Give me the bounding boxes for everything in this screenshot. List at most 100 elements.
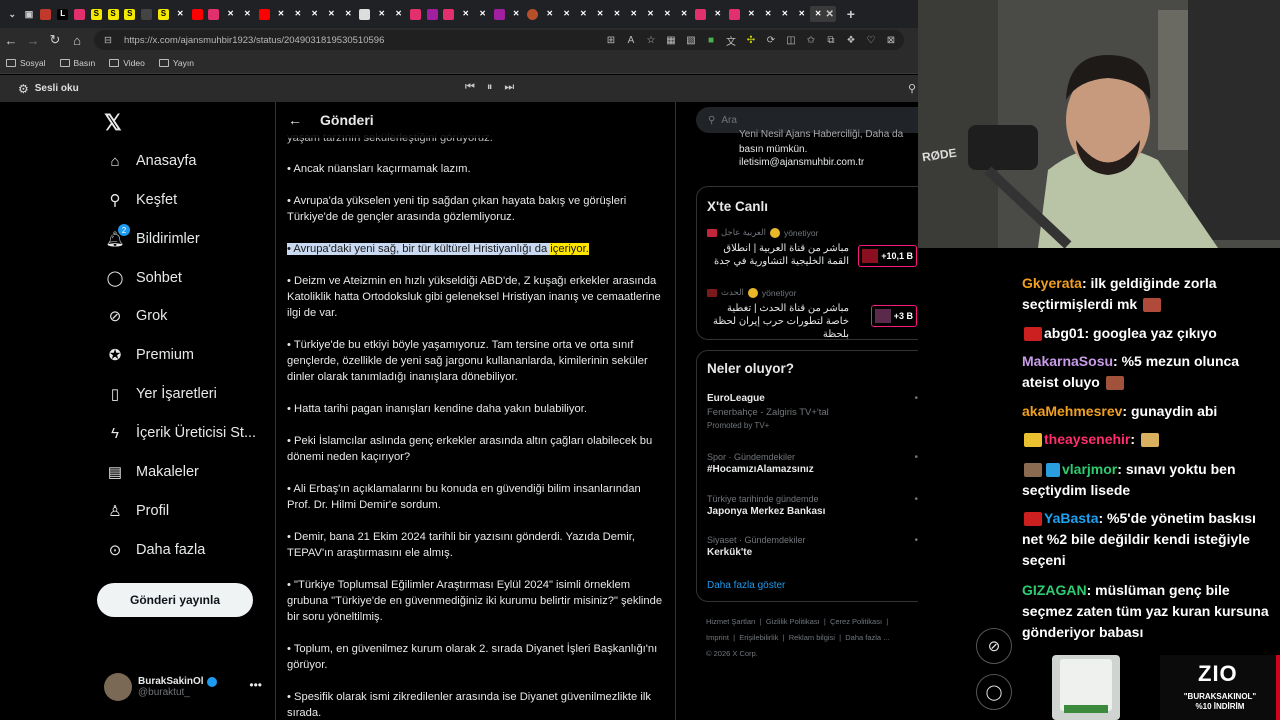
tab-favicon[interactable] [407,6,424,22]
trend-item[interactable]: Türkiye tarihinde gündemde Japonya Merke… [707,494,918,517]
pause-icon[interactable]: ⏸ [487,81,493,94]
forward-icon[interactable]: → [22,29,44,51]
tab-favicon[interactable]: ✕ [458,6,475,22]
grok-floating-icon[interactable]: ⊘ [976,628,1012,664]
tab-favicon-letter[interactable]: S [88,6,105,22]
x-logo-icon[interactable]: 𝕏 [104,110,122,136]
tab-favicon-letter[interactable]: L [54,6,71,22]
tab-favicon[interactable]: ✕ [273,6,290,22]
favorite-star-icon[interactable]: ☆ [644,33,658,47]
tab-favicon[interactable]: ✕ [390,6,407,22]
nav-premium[interactable]: ✪ Premium [104,340,194,370]
tab-favicon-letter[interactable]: S [155,6,172,22]
nav-more[interactable]: ⊙ Daha fazla [104,535,206,565]
tab-favicon[interactable]: ✕ [659,6,676,22]
tab-favicon[interactable] [441,6,458,22]
active-tab[interactable]: ✕ ✕ [810,6,837,22]
split-screen-icon[interactable]: ◫ [784,33,798,47]
extension-icon[interactable]: ▧ [684,33,698,47]
nav-home[interactable]: ⌂ Anasayfa [104,146,196,176]
live-item[interactable]: الحدث yönetiyor مباشر من قناة الحدث | تغط… [707,287,917,341]
tab-favicon[interactable]: ✕ [340,6,357,22]
tab-favicon[interactable] [71,6,88,22]
voice-options-icon[interactable]: ⚲ [908,82,916,95]
copilot-icon[interactable]: ❖ [844,33,858,47]
tab-favicon[interactable] [525,6,542,22]
tab-favicon[interactable]: ✕ [508,6,525,22]
tab-favicon[interactable]: ✕ [743,6,760,22]
trend-item[interactable]: Spor · Gündemdekiler #HocamızıAlamazsını… [707,452,918,475]
bookmark-folder[interactable]: Yayın [158,58,194,68]
bookmark-folder[interactable]: Sosyal [6,58,46,68]
tab-favicon[interactable]: ✕ [542,6,559,22]
footer-link[interactable]: Imprint [706,633,729,642]
nav-explore[interactable]: ⚲ Keşfet [104,185,178,215]
post-button[interactable]: Gönderi yayınla [97,583,253,617]
tab-favicon[interactable]: ✕ [676,6,693,22]
translate-icon[interactable]: 文 [724,33,738,48]
footer-link[interactable]: Gizlilik Politikası [766,617,820,626]
profile-bio-email[interactable]: iletisim@ajansmuhbir.com.tr [739,156,864,169]
nav-grok[interactable]: ⊘ Grok [104,301,168,331]
tab-favicon[interactable]: ✕ [609,6,626,22]
site-info-icon[interactable]: ⊟ [104,35,112,46]
nav-bookmarks[interactable]: ▯ Yer İşaretleri [104,379,217,409]
tab-favicon-letter[interactable]: S [105,6,122,22]
extension-icon[interactable]: ▦ [664,33,678,47]
nav-articles[interactable]: ▤ Makaleler [104,457,199,487]
tab-favicon[interactable] [138,6,155,22]
tab-favicon[interactable]: ✕ [323,6,340,22]
tab-favicon[interactable]: ✕ [709,6,726,22]
nav-profile[interactable]: ♙ Profil [104,496,169,526]
tab-favicon[interactable]: ✕ [575,6,592,22]
bookmark-folder[interactable]: Basın [59,58,95,68]
live-item[interactable]: العربية عاجل yönetiyor مباشر من قناة العر… [707,227,917,268]
url-text[interactable]: https://x.com/ajansmuhbir1923/status/204… [124,35,384,46]
collections-icon[interactable]: ⧉ [824,33,838,47]
footer-link[interactable]: Erişilebilirlik [739,633,778,642]
nav-creator-studio[interactable]: ϟ İçerik Üreticisi St... [104,418,256,448]
nav-notifications[interactable]: 🔔︎ 2 Bildirimler [104,224,200,254]
screenshot-icon[interactable]: ⊠ [884,33,898,47]
account-switcher[interactable]: BurakSakinOl @buraktut_ ••• [104,670,266,704]
refresh-icon[interactable]: ⟳ [764,33,778,47]
tab-favicon[interactable]: ✕ [374,6,391,22]
previous-icon[interactable]: ⏮ [465,81,475,94]
tab-favicon[interactable]: ✕ [793,6,810,22]
reload-icon[interactable]: ↻ [44,29,66,51]
tab-favicon[interactable]: ✕ [777,6,794,22]
trend-item[interactable]: Siyaset · Gündemdekiler Kerkük'te ••• [707,535,918,558]
messages-floating-icon[interactable]: ◯ [976,674,1012,710]
browser-essentials-icon[interactable]: ♡ [864,33,878,47]
app-available-icon[interactable]: ⊞ [604,33,618,47]
footer-link[interactable]: Daha fazla ... [845,633,889,642]
tab-favicon[interactable]: ✕ [172,6,189,22]
tab-favicon[interactable] [491,6,508,22]
footer-link[interactable]: Reklam bilgisi [789,633,835,642]
tab-favicon[interactable] [256,6,273,22]
tab-favicon[interactable] [693,6,710,22]
tab-favicon[interactable]: ✕ [290,6,307,22]
tab-favicon[interactable]: ✕ [239,6,256,22]
nav-chat[interactable]: ◯ Sohbet [104,263,182,293]
back-icon[interactable]: ← [0,29,22,51]
tab-favicon[interactable] [357,6,374,22]
home-icon[interactable]: ⌂ [66,29,88,51]
footer-link[interactable]: Hizmet Şartları [706,617,756,626]
read-aloud-icon[interactable]: A [624,33,638,47]
tab-favicon[interactable]: ✕ [474,6,491,22]
tab-favicon[interactable]: ✕ [558,6,575,22]
extension-icon[interactable]: ✣ [744,33,758,47]
show-more-link[interactable]: Daha fazla göster [707,580,785,591]
tab-favicon[interactable] [726,6,743,22]
bookmark-folder[interactable]: Video [109,58,145,68]
next-icon[interactable]: ⏭ [504,81,514,94]
more-dots-icon[interactable]: ••• [249,678,262,692]
tab-favicon[interactable]: ✕ [760,6,777,22]
url-field[interactable]: ⊟ https://x.com/ajansmuhbir1923/status/2… [94,30,904,50]
close-icon[interactable]: ✕ [826,9,834,20]
tab-favicon[interactable] [38,6,55,22]
tab-favicon[interactable] [189,6,206,22]
new-tab-icon[interactable]: + [843,6,860,22]
favorites-icon[interactable]: ✩ [804,33,818,47]
